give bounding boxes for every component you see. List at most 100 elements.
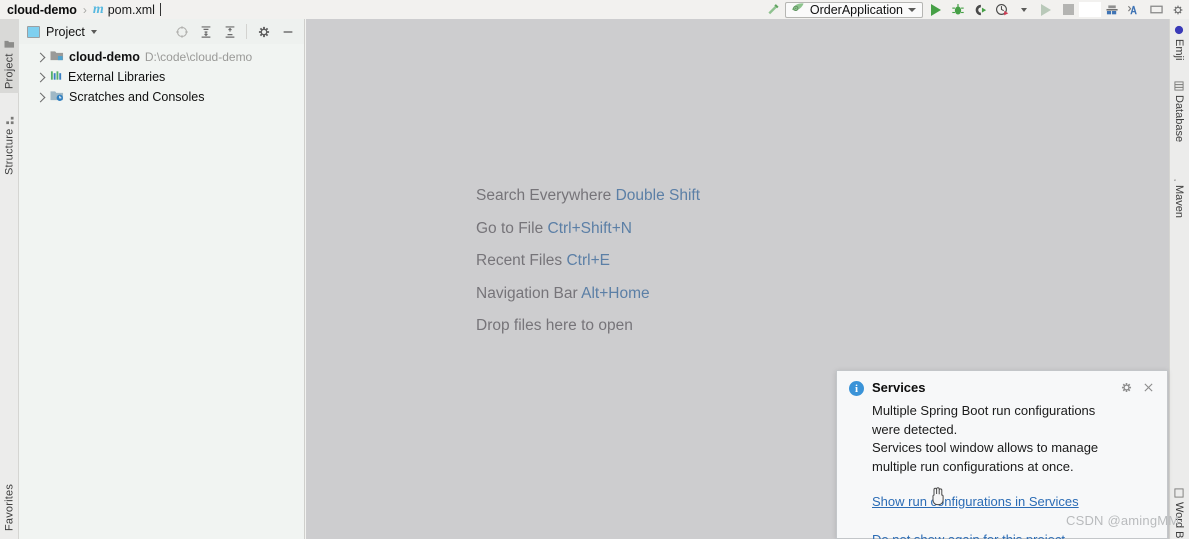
tree-node-external-libraries[interactable]: External Libraries	[19, 67, 304, 87]
hint-drop-files: Drop files here to open	[476, 317, 700, 335]
project-tool-window-title: Project	[46, 24, 85, 39]
balloon-body-line-1: Multiple Spring Boot run configurations	[872, 403, 1096, 418]
balloon-body-line-3: Services tool window allows to manage	[872, 440, 1099, 455]
hint-recent-files: Recent Files Ctrl+E	[476, 252, 700, 270]
idea-window: cloud-demo › m pom.xml OrderApplication …	[0, 0, 1189, 539]
run-with-coverage-button[interactable]	[969, 0, 991, 19]
balloon-header-actions	[1120, 381, 1155, 399]
hint-shortcut: Ctrl+Shift+N	[547, 219, 632, 237]
search-everywhere-icon[interactable]	[1123, 0, 1145, 19]
breadcrumb-file[interactable]: pom.xml	[108, 3, 155, 17]
do-not-show-again-link[interactable]: Do not show again for this project	[872, 532, 1065, 539]
chevron-down-icon	[90, 29, 97, 34]
hint-action: Recent Files	[476, 252, 563, 269]
rerun-button[interactable]	[1035, 0, 1057, 19]
sidebar-item-structure[interactable]: Structure	[0, 101, 19, 179]
project-tool-window-actions	[171, 21, 298, 42]
structure-icon	[4, 115, 16, 125]
breadcrumb-separator-icon: ›	[82, 2, 87, 17]
watermark: CSDN @amingMM	[1066, 513, 1180, 528]
spring-boot-icon	[791, 2, 805, 17]
expand-all-icon[interactable]	[195, 21, 216, 42]
hint-action: Go to File	[476, 219, 544, 237]
toolbar-divider	[246, 24, 247, 39]
project-tool-window: Project cloud-demo D:\code\cloud-demo Ex…	[19, 19, 305, 539]
maven-icon: m	[1170, 171, 1185, 186]
sidebar-item-maven[interactable]: m Maven	[1169, 167, 1189, 235]
project-icon	[4, 39, 16, 49]
emji-tab-label: Emji	[1173, 39, 1185, 61]
hint-navigation-bar: Navigation Bar Alt+Home	[476, 285, 700, 303]
word-icon	[1173, 488, 1185, 498]
tree-path: D:\code\cloud-demo	[144, 50, 253, 64]
structure-tab-label: Structure	[3, 128, 16, 175]
balloon-body: Multiple Spring Boot run configurations …	[872, 402, 1155, 476]
project-view-icon	[27, 25, 40, 38]
text-caret	[159, 3, 161, 16]
project-view-selector[interactable]: Project	[27, 25, 171, 39]
favorites-tab-label: Favorites	[3, 483, 16, 531]
database-tab-label: Database	[1173, 95, 1185, 143]
sidebar-item-database[interactable]: Database	[1169, 77, 1189, 161]
balloon-body-line-4: multiple run configurations at once.	[872, 458, 1074, 474]
debug-button[interactable]	[947, 0, 969, 19]
chevron-right-icon[interactable]	[35, 72, 46, 82]
chevron-right-icon[interactable]	[35, 92, 46, 102]
minimize-icon[interactable]	[1145, 0, 1167, 19]
stop-button[interactable]	[1057, 0, 1079, 19]
show-run-configurations-link[interactable]: Show run configurations in Services	[872, 494, 1079, 509]
chevron-right-icon[interactable]	[35, 52, 46, 62]
close-icon[interactable]	[1142, 381, 1155, 399]
gear-icon[interactable]	[253, 21, 274, 42]
balloon-body-line-2: were detected.	[872, 421, 958, 437]
sidebar-item-emji[interactable]: Emji	[1169, 21, 1189, 71]
breadcrumb: cloud-demo › m pom.xml	[0, 0, 161, 19]
editor-hint-list: Search Everywhere Double Shift Go to Fil…	[476, 187, 700, 335]
hint-action: Navigation Bar	[476, 284, 578, 302]
maven-file-icon: m	[92, 1, 104, 17]
libraries-icon	[50, 69, 63, 85]
hint-shortcut: Double Shift	[615, 187, 701, 204]
hint-go-to-file: Go to File Ctrl+Shift+N	[476, 220, 700, 238]
top-toolbar: cloud-demo › m pom.xml OrderApplication	[0, 0, 1189, 19]
scroll-from-source-icon[interactable]	[171, 21, 192, 42]
run-configuration-label: OrderApplication	[809, 2, 903, 17]
git-commit-icon[interactable]	[1101, 0, 1123, 19]
hammer-icon[interactable]	[763, 0, 785, 19]
sidebar-item-word-b[interactable]: Word B	[1169, 484, 1189, 539]
info-icon: i	[849, 381, 864, 396]
hide-icon[interactable]	[277, 21, 298, 42]
run-toolbar: OrderApplication	[763, 0, 1189, 19]
hint-shortcut: Ctrl+E	[566, 252, 610, 269]
balloon-header: i Services	[849, 380, 1155, 399]
tree-node-cloud-demo[interactable]: cloud-demo D:\code\cloud-demo	[19, 47, 304, 67]
tree-label: External Libraries	[68, 70, 166, 84]
project-tool-window-header: Project	[19, 19, 304, 44]
profiler-button[interactable]	[991, 0, 1013, 19]
hint-shortcut: Alt+Home	[581, 284, 650, 302]
run-configuration-selector[interactable]: OrderApplication	[784, 1, 923, 18]
profiler-dropdown[interactable]	[1013, 0, 1035, 19]
scratches-icon	[50, 89, 64, 105]
settings-icon[interactable]	[1167, 0, 1189, 19]
left-tool-strip: Project Structure Favorites	[0, 19, 19, 539]
collapse-all-icon[interactable]	[219, 21, 240, 42]
chevron-down-icon	[908, 7, 916, 12]
balloon-title: Services	[872, 380, 926, 395]
hint-action: Drop files here to open	[476, 317, 633, 334]
sidebar-item-project[interactable]: Project	[0, 19, 19, 93]
sidebar-item-favorites[interactable]: Favorites	[0, 459, 19, 535]
mouse-cursor	[930, 486, 946, 506]
database-icon	[1173, 81, 1185, 91]
run-button[interactable]	[925, 0, 947, 19]
module-folder-icon	[50, 49, 64, 65]
breadcrumb-project[interactable]: cloud-demo	[7, 3, 77, 17]
tree-label: cloud-demo	[69, 50, 140, 64]
tree-label: Scratches and Consoles	[69, 90, 205, 104]
tree-node-scratches-and-consoles[interactable]: Scratches and Consoles	[19, 87, 304, 107]
toolbar-overflow-area	[1079, 0, 1101, 19]
emoji-icon	[1173, 25, 1185, 35]
svg-text:m: m	[1174, 179, 1179, 181]
gear-icon[interactable]	[1120, 381, 1133, 399]
hint-search-everywhere: Search Everywhere Double Shift	[476, 187, 700, 205]
